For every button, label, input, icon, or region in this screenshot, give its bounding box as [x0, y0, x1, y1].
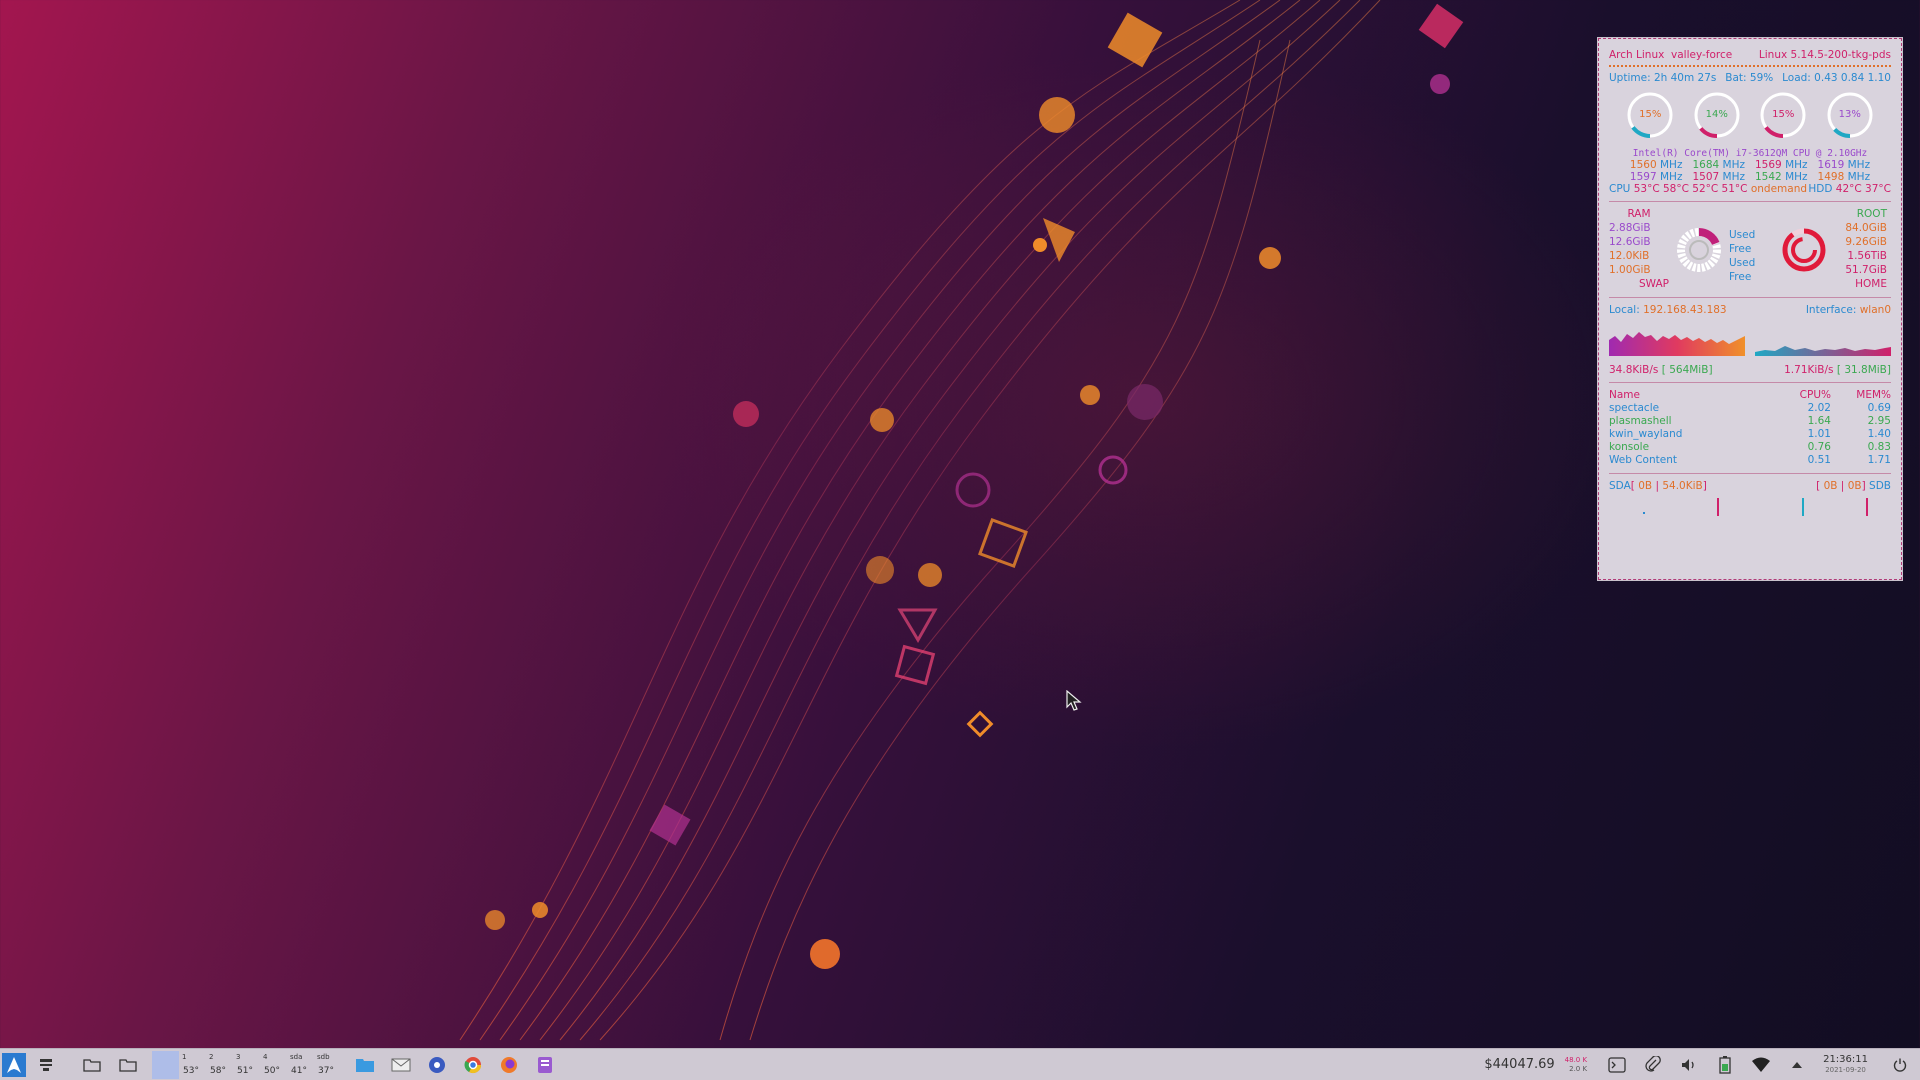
chrome-icon[interactable] [459, 1051, 487, 1079]
terminal-icon[interactable] [1603, 1051, 1631, 1079]
battery-icon[interactable] [1711, 1051, 1739, 1079]
mouse-cursor [1066, 690, 1082, 711]
uptime: Uptime: 2h 40m 27s [1609, 72, 1717, 84]
cpu-freq-row: 1560 MHz 1684 MHz 1569 MHz 1619 MHz [1629, 159, 1871, 171]
memory-section: RAM 2.88GiB 12.6GiB 12.0KiB 1.00GiB SWAP… [1609, 208, 1887, 290]
disk-io-graph [1609, 492, 1891, 520]
app-icon[interactable] [531, 1051, 559, 1079]
pager-desktop[interactable]: 3 51° [233, 1051, 260, 1079]
pager-desktop[interactable]: sdb 37° [314, 1051, 341, 1079]
volume-icon[interactable] [1675, 1051, 1703, 1079]
kernel-version: Linux 5.14.5-200-tkg-pds [1758, 49, 1891, 61]
network-info: Local: 192.168.43.183 Interface: wlan0 [1609, 304, 1891, 316]
disc-icon[interactable] [423, 1051, 451, 1079]
network-graph [1609, 326, 1891, 356]
clip-icon[interactable] [1639, 1051, 1667, 1079]
download-graph [1609, 332, 1745, 356]
digital-clock[interactable]: 21:36:11 2021-09-20 [1823, 1054, 1868, 1076]
cpu-core-gauge: 15% [1758, 90, 1808, 140]
folder-icon[interactable] [114, 1051, 142, 1079]
cpu-core-gauge: 14% [1692, 90, 1742, 140]
cpu-core-gauge: 13% [1825, 90, 1875, 140]
process-header: Name CPU% MEM% [1609, 389, 1891, 401]
pager-desktop[interactable]: 1 53° [179, 1051, 206, 1079]
crypto-price[interactable]: $44047.69 [1484, 1057, 1554, 1072]
disk-io: SDA[ 0B | 54.0KiB] [ 0B | 0B] SDB [1609, 480, 1891, 492]
arch-launcher-icon[interactable] [2, 1052, 26, 1077]
process-row: kwin_wayland 1.01 1.40 [1609, 428, 1891, 440]
folder-icon[interactable] [78, 1051, 106, 1079]
process-row: plasmashell 1.64 2.95 [1609, 415, 1891, 427]
virtual-desktop-pager: 1 53° 2 58° 3 51° 4 50° sda 41° sdb 37° [152, 1050, 341, 1079]
load-average: Load: 0.43 0.84 1.10 [1782, 72, 1891, 84]
process-row: Web Content 0.51 1.71 [1609, 454, 1891, 466]
wallpaper-wave [459, 0, 1381, 1041]
ram-donut [1677, 227, 1721, 272]
root-donut [1782, 228, 1826, 271]
pager-desktop[interactable]: 2 58° [206, 1051, 233, 1079]
cpu-core-gauge: 15% [1625, 90, 1675, 140]
panel-settings-icon[interactable] [32, 1051, 60, 1079]
system-tray: $44047.69 48.0 K 2.0 K 21:36:11 2021-09-… [1484, 1049, 1920, 1080]
process-table: Name CPU% MEM% spectacle 2.02 0.69 plasm… [1609, 389, 1891, 467]
process-row: konsole 0.76 0.83 [1609, 441, 1891, 453]
pager-desktop[interactable] [152, 1050, 179, 1079]
cpu-core-gauges: 15% 14% 15% 13% [1617, 90, 1883, 140]
file-manager-icon[interactable] [351, 1051, 379, 1079]
power-icon[interactable] [1886, 1051, 1914, 1079]
pager-desktop[interactable]: sda 41° [287, 1051, 314, 1079]
cpu-freq-row: 1597 MHz 1507 MHz 1542 MHz 1498 MHz [1629, 171, 1871, 183]
process-row: spectacle 2.02 0.69 [1609, 402, 1891, 414]
conky-system-monitor: Arch Linux valley-force Linux 5.14.5-200… [1597, 37, 1903, 581]
temperature-row: CPU 53°C 58°C 52°C 51°C ondemand HDD 42°… [1609, 183, 1891, 195]
network-rates: 34.8KiB/s [ 564MiB] 1.71KiB/s [ 31.8MiB] [1609, 364, 1891, 376]
wallpaper-shapes [485, 3, 1464, 969]
mail-icon[interactable] [387, 1051, 415, 1079]
cpu-model: Intel(R) Core(TM) i7-3612QM CPU @ 2.10GH… [1632, 148, 1868, 159]
firefox-icon[interactable] [495, 1051, 523, 1079]
battery: Bat: 59% [1725, 72, 1774, 84]
upload-graph [1755, 346, 1891, 356]
distro-hostname: Arch Linux valley-force [1609, 49, 1733, 61]
pager-desktop[interactable]: 4 50° [260, 1051, 287, 1079]
wifi-icon[interactable] [1747, 1051, 1775, 1079]
expand-arrow-icon[interactable] [1783, 1051, 1811, 1079]
network-speed: 48.0 K 2.0 K [1564, 1055, 1588, 1073]
taskbar: 1 53° 2 58° 3 51° 4 50° sda 41° sdb 37° $44047… [0, 1048, 1920, 1080]
